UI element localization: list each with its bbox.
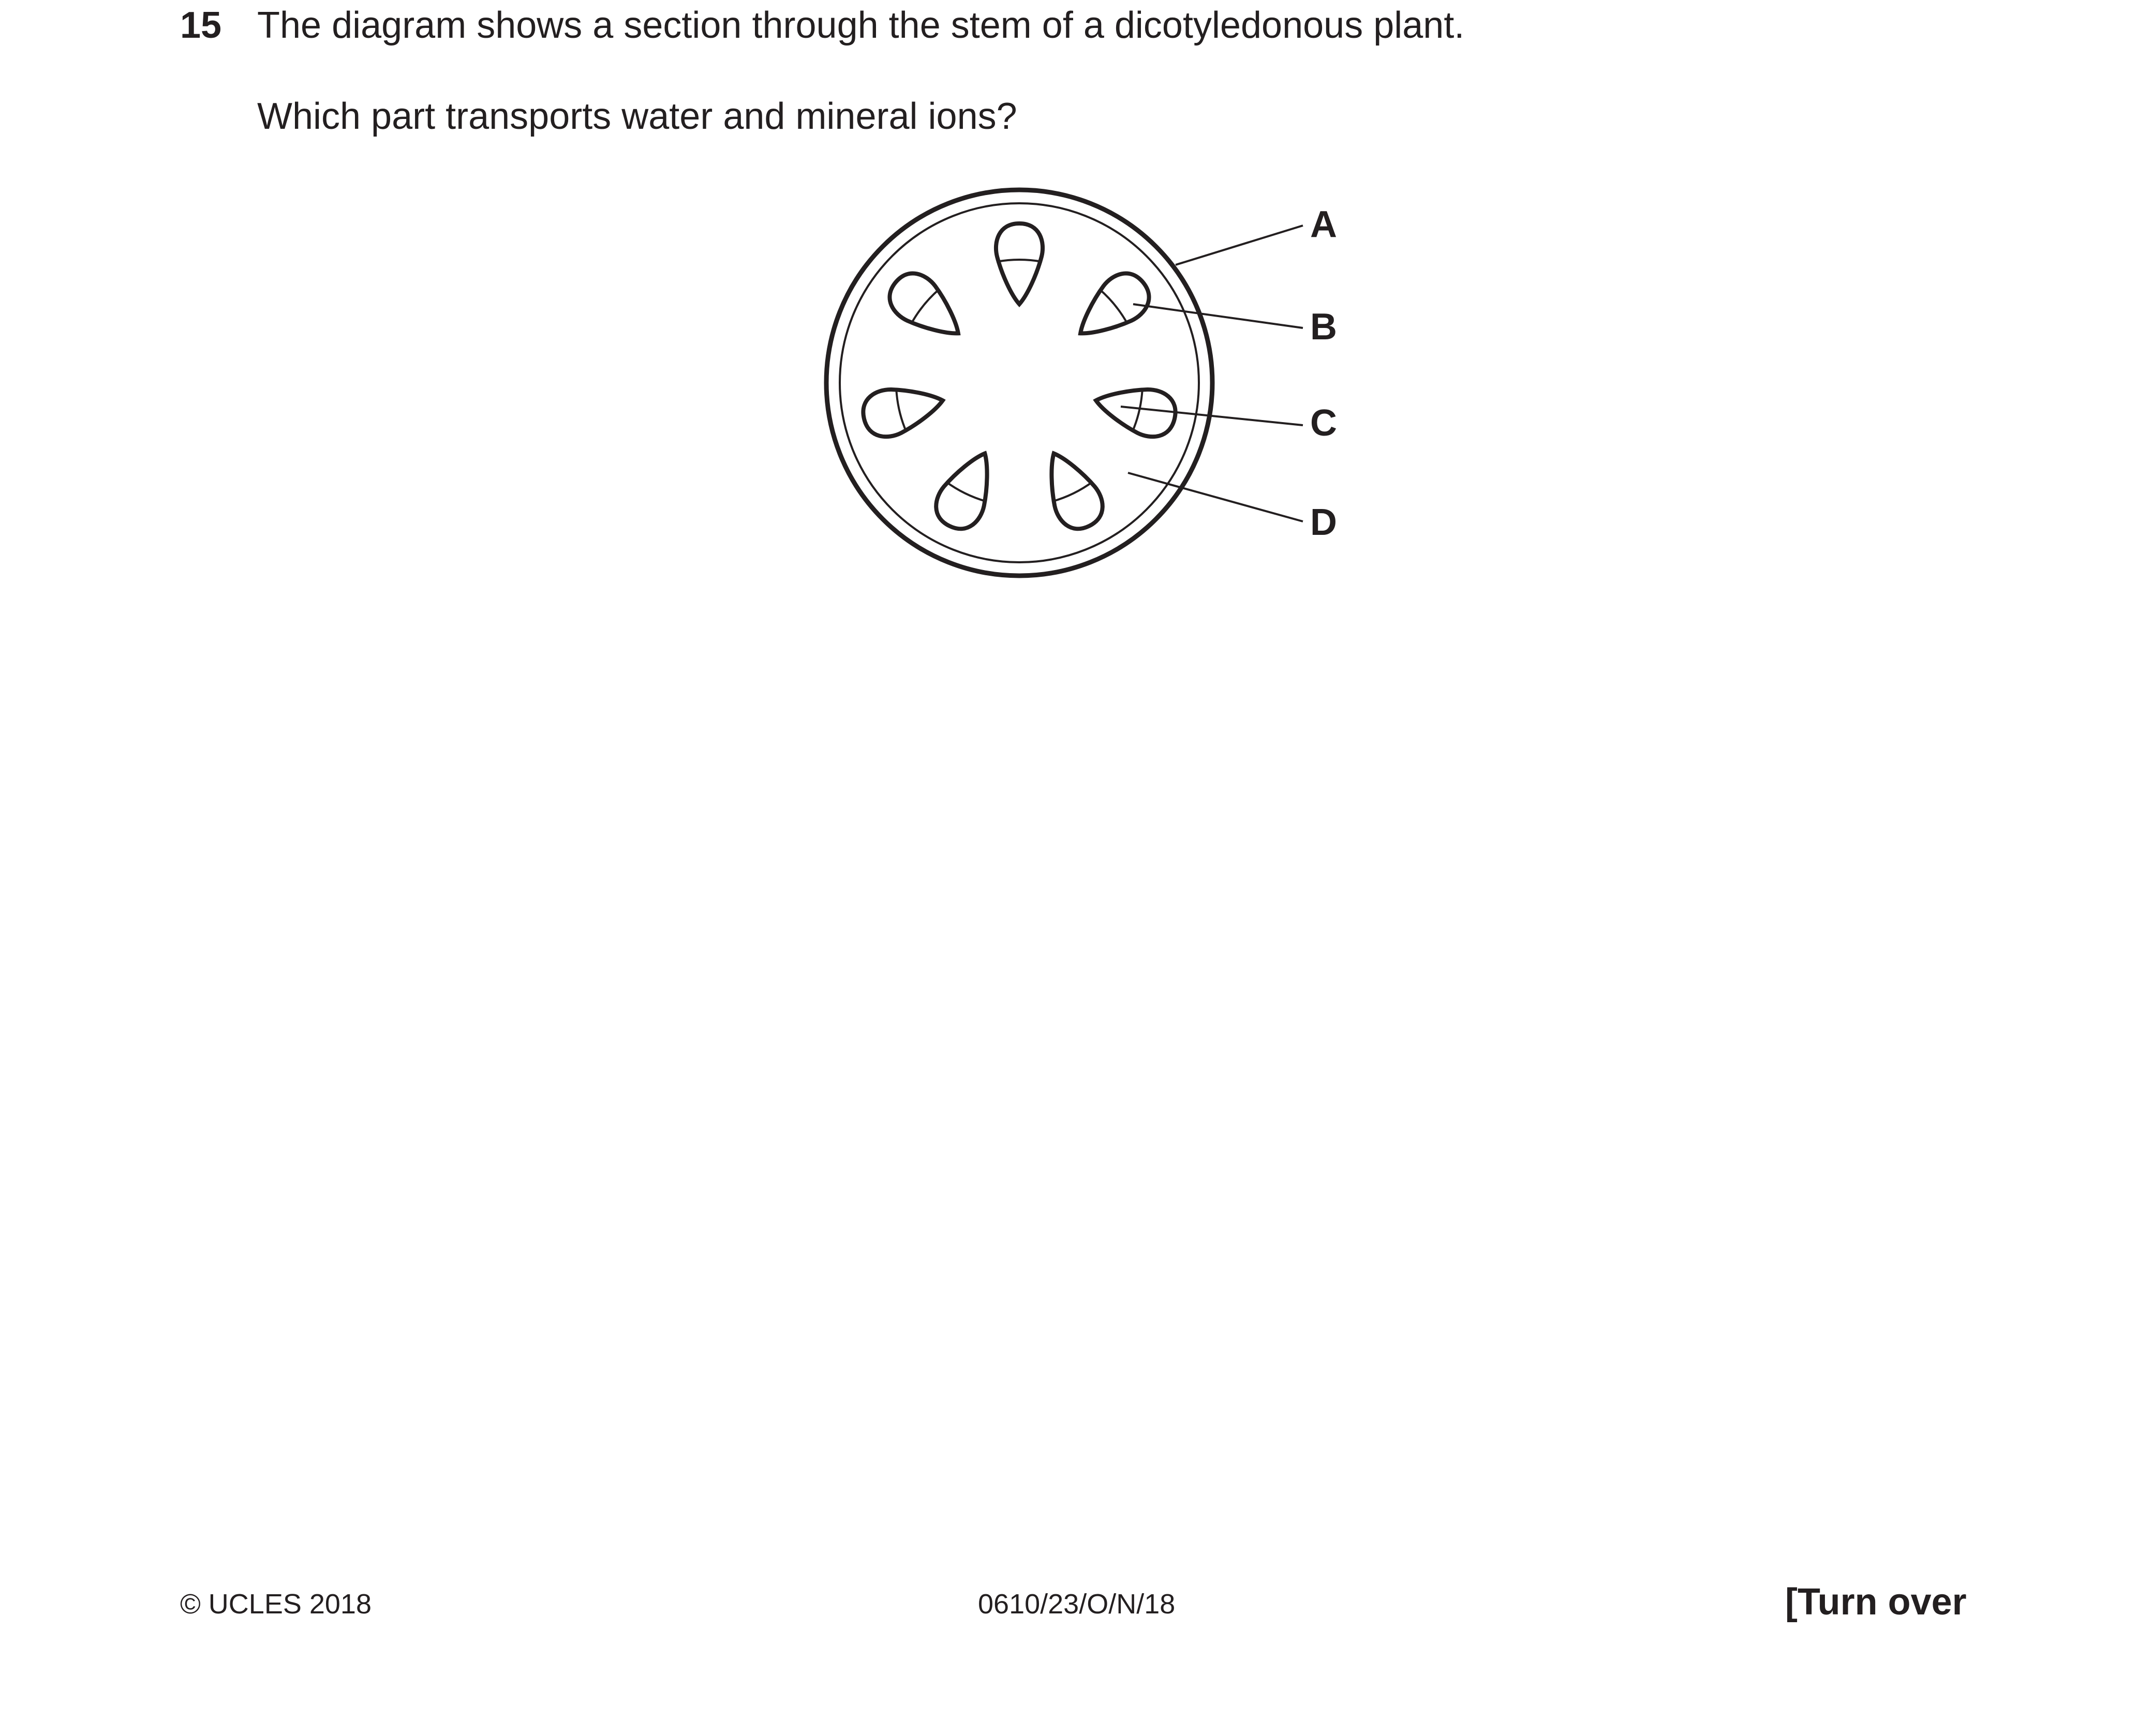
vascular-bundle-lower-left	[934, 451, 989, 531]
vascular-bundle-upper-left	[887, 271, 961, 336]
vascular-bundle-upper-right	[1078, 271, 1151, 336]
vascular-bundle-lower-right	[1049, 451, 1105, 531]
label-a: A	[1310, 204, 1337, 245]
vascular-bundle-top	[993, 221, 1045, 308]
stem-section-diagram: A B C D	[824, 187, 1337, 578]
label-c: C	[1310, 402, 1337, 444]
turn-over-notice: [Turn over	[1785, 1581, 1967, 1623]
leader-line-a	[1175, 225, 1303, 266]
leader-line-b	[1133, 303, 1303, 329]
copyright-notice: © UCLES 2018	[180, 1589, 372, 1620]
label-d: D	[1310, 502, 1337, 543]
label-b: B	[1310, 306, 1337, 348]
vascular-bundle-right	[1093, 387, 1178, 439]
vascular-bundle-left	[861, 387, 946, 439]
leader-line-d	[1127, 472, 1303, 522]
paper-code: 0610/23/O/N/18	[978, 1589, 1176, 1620]
